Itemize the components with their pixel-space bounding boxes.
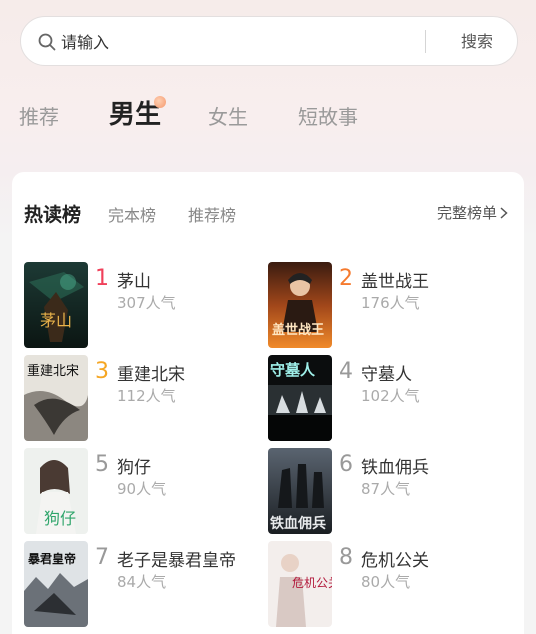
- book-title: 重建北宋: [117, 365, 185, 385]
- book-title: 老子是暴君皇帝: [117, 551, 236, 571]
- chongjian-beisong-cover: 重建北宋: [24, 355, 88, 441]
- book-item[interactable]: 危机公关 8 危机公关 80人气: [268, 541, 508, 627]
- book-title: 危机公关: [361, 551, 429, 571]
- tab-recommended[interactable]: 推荐榜: [188, 202, 236, 226]
- rank-number: 4: [339, 359, 353, 384]
- ranking-tabs: 热读榜 完本榜 推荐榜 完整榜单: [12, 172, 524, 252]
- ranking-card: 热读榜 完本榜 推荐榜 完整榜单 茅山 1 茅山 307人气 盖世战王 2 盖世…: [12, 172, 524, 634]
- search-button[interactable]: 搜索: [449, 30, 505, 54]
- book-title: 茅山: [117, 272, 151, 292]
- cover-text: 铁血佣兵: [270, 515, 326, 532]
- tab-completed[interactable]: 完本榜: [108, 202, 156, 226]
- full-list-label: 完整榜单: [436, 204, 497, 222]
- weiji-gongguan-cover: 危机公关: [268, 541, 332, 627]
- book-title: 铁血佣兵: [361, 458, 429, 478]
- tab-hot-reading[interactable]: 热读榜: [24, 200, 81, 227]
- tab-female[interactable]: 女生: [208, 104, 248, 130]
- cover-text: 暴君皇帝: [27, 551, 76, 566]
- cover-text: 盖世战王: [272, 322, 324, 338]
- rank-number: 3: [95, 359, 109, 384]
- book-item[interactable]: 重建北宋 3 重建北宋 112人气: [24, 355, 264, 441]
- book-item[interactable]: 暴君皇帝 7 老子是暴君皇帝 84人气: [24, 541, 264, 627]
- book-title: 守墓人: [361, 365, 412, 385]
- book-item[interactable]: 茅山 1 茅山 307人气: [24, 262, 264, 348]
- baojun-huangdi-cover: 暴君皇帝: [24, 541, 88, 627]
- tab-recommend[interactable]: 推荐: [19, 104, 59, 130]
- book-popularity: 307人气: [117, 294, 176, 312]
- book-popularity: 90人气: [117, 480, 167, 498]
- search-icon: [38, 33, 56, 51]
- gouzai-cover: 狗仔: [24, 448, 88, 534]
- book-title: 盖世战王: [361, 272, 429, 292]
- book-popularity: 176人气: [361, 294, 420, 312]
- tiexue-yongbing-cover: 铁血佣兵: [268, 448, 332, 534]
- cover-text: 狗仔: [44, 509, 76, 528]
- chevron-right-icon: [500, 207, 508, 219]
- cover-text: 危机公关: [292, 576, 332, 590]
- book-title: 狗仔: [117, 458, 151, 478]
- book-popularity: 84人气: [117, 573, 167, 591]
- cover-text: 守墓人: [270, 361, 316, 379]
- book-item[interactable]: 铁血佣兵 6 铁血佣兵 87人气: [268, 448, 508, 534]
- rank-number: 1: [95, 266, 109, 291]
- rank-number: 5: [95, 452, 109, 477]
- book-popularity: 80人气: [361, 573, 411, 591]
- rank-number: 6: [339, 452, 353, 477]
- cover-text: 重建北宋: [27, 363, 79, 379]
- rank-number: 7: [95, 545, 109, 570]
- book-popularity: 87人气: [361, 480, 411, 498]
- full-list-link[interactable]: 完整榜单: [437, 202, 508, 223]
- maoshan-cover: 茅山: [24, 262, 88, 348]
- gaishi-zhanwang-cover: 盖世战王: [268, 262, 332, 348]
- book-popularity: 102人气: [361, 387, 420, 405]
- cover-text: 茅山: [40, 311, 72, 330]
- search-input[interactable]: [61, 31, 411, 53]
- book-popularity: 112人气: [117, 387, 176, 405]
- tab-short-story[interactable]: 短故事: [298, 104, 358, 130]
- book-item[interactable]: 盖世战王 2 盖世战王 176人气: [268, 262, 508, 348]
- rank-number: 2: [339, 266, 353, 291]
- search-bar: 搜索: [20, 16, 518, 66]
- book-item[interactable]: 守墓人 4 守墓人 102人气: [268, 355, 508, 441]
- rank-number: 8: [339, 545, 353, 570]
- active-tab-dot: [154, 96, 166, 108]
- shoumuren-cover: 守墓人: [268, 355, 332, 441]
- book-item[interactable]: 狗仔 5 狗仔 90人气: [24, 448, 264, 534]
- gender-tabs: 推荐 男生 女生 短故事: [0, 96, 536, 140]
- search-divider: [425, 30, 426, 53]
